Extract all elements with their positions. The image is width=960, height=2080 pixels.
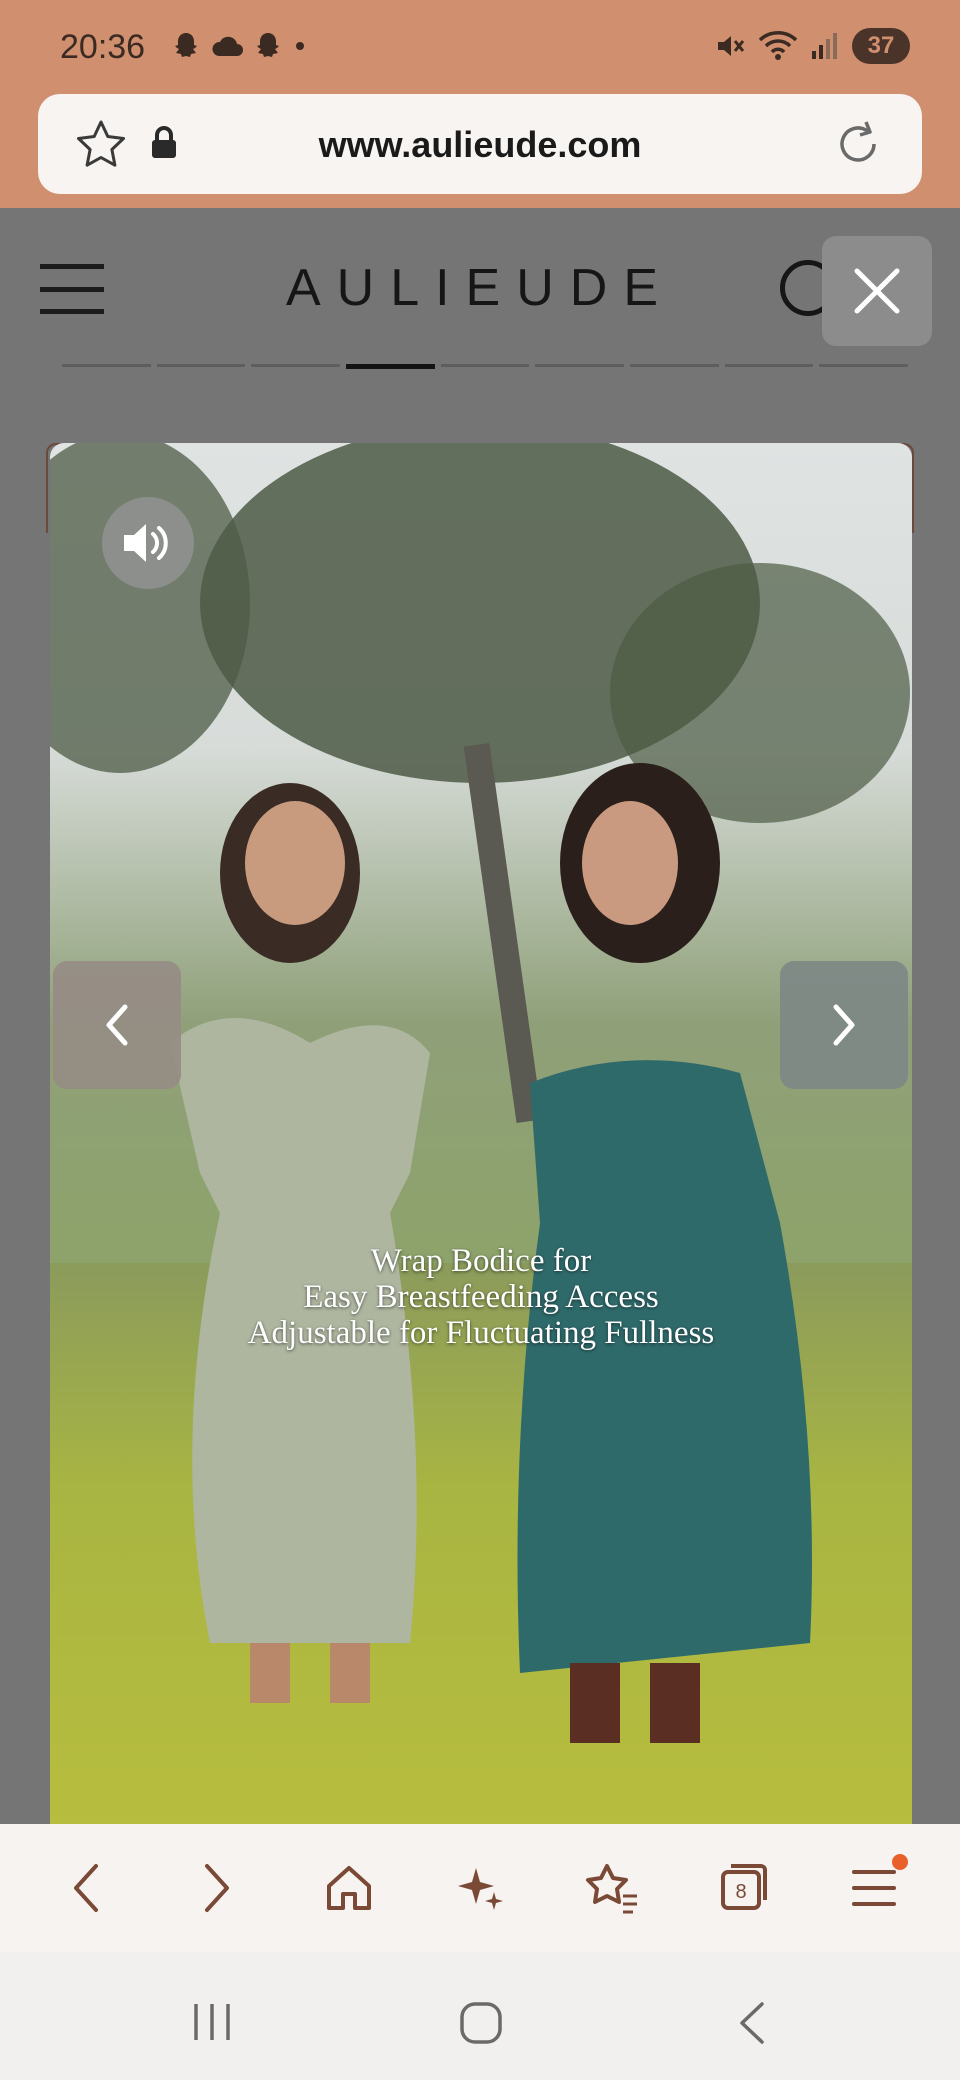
close-icon: [854, 268, 900, 314]
home-nav-icon[interactable]: [458, 2000, 504, 2046]
browser-menu-button[interactable]: [834, 1848, 914, 1928]
product-video[interactable]: Wrap Bodice for Easy Breastfeeding Acces…: [50, 443, 912, 1824]
home-button[interactable]: [309, 1848, 389, 1928]
next-button[interactable]: [780, 961, 908, 1089]
status-time: 20:36: [60, 28, 146, 66]
close-modal-button[interactable]: [822, 236, 932, 346]
tab-indicator[interactable]: [251, 364, 341, 367]
site-header: AULIEUDE: [0, 208, 960, 369]
tree-canopy: [50, 443, 250, 773]
back-nav-icon[interactable]: [734, 2000, 768, 2046]
category-tabs: [62, 364, 909, 369]
tab-indicator-active[interactable]: [346, 364, 435, 369]
forward-icon: [205, 1864, 230, 1912]
back-icon: [73, 1864, 98, 1912]
snapchat-icon: [175, 33, 197, 57]
caption-line: Easy Breastfeeding Access: [303, 1279, 659, 1315]
page-overlay[interactable]: AULIEUDE Wrap Bodice for Easy Breastfeed…: [0, 208, 960, 1824]
system-navigation-bar: [0, 1952, 960, 2080]
chevron-right-icon: [833, 1004, 855, 1046]
home-icon: [326, 1866, 371, 1910]
sparkle-icon: [457, 1868, 503, 1910]
tab-indicator[interactable]: [724, 364, 814, 367]
tabs-button[interactable]: 8: [703, 1848, 783, 1928]
browser-address-bar: www.aulieude.com: [0, 90, 960, 208]
speaker-icon: [124, 524, 168, 562]
battery-icon: 37: [852, 28, 910, 64]
tab-indicator[interactable]: [630, 364, 719, 367]
recent-apps-icon[interactable]: [190, 2000, 234, 2044]
video-caption: Wrap Bodice for Easy Breastfeeding Acces…: [50, 1243, 912, 1351]
previous-button[interactable]: [53, 961, 181, 1089]
mute-icon: [718, 36, 745, 56]
bookmarks-icon: [586, 1864, 638, 1914]
url-text[interactable]: www.aulieude.com: [38, 124, 922, 166]
snapchat-icon: [257, 33, 279, 57]
sound-toggle-button[interactable]: [102, 497, 194, 589]
model-in-sage-dress: [170, 783, 430, 1703]
forward-button[interactable]: [177, 1848, 257, 1928]
ai-assistant-button[interactable]: [440, 1848, 520, 1928]
notification-icons: [170, 30, 308, 62]
back-button[interactable]: [46, 1848, 126, 1928]
tab-indicator[interactable]: [819, 364, 909, 367]
caption-line: Wrap Bodice for: [370, 1243, 592, 1279]
notification-dot: [892, 1854, 909, 1870]
reload-icon[interactable]: [830, 116, 886, 172]
signal-icon: [812, 33, 837, 59]
dot-icon: [296, 42, 304, 50]
bookmarks-button[interactable]: [571, 1848, 651, 1928]
status-bar: 20:36 37: [0, 0, 960, 90]
cloud-icon: [212, 36, 243, 56]
tab-indicator[interactable]: [156, 364, 246, 367]
tab-indicator[interactable]: [535, 364, 625, 367]
url-field[interactable]: www.aulieude.com: [38, 94, 922, 194]
tabs-count: 8: [735, 1881, 746, 1903]
tab-indicator[interactable]: [440, 364, 530, 367]
menu-icon: [852, 1870, 897, 1906]
caption-line: Adjustable for Fluctuating Fullness: [247, 1315, 715, 1351]
tabs-icon: 8: [720, 1864, 767, 1910]
system-status-icons: 37: [714, 28, 910, 64]
tab-indicator[interactable]: [62, 364, 151, 367]
chevron-left-icon: [106, 1004, 128, 1046]
wifi-icon: [758, 31, 798, 60]
browser-toolbar: 8: [0, 1824, 960, 1952]
